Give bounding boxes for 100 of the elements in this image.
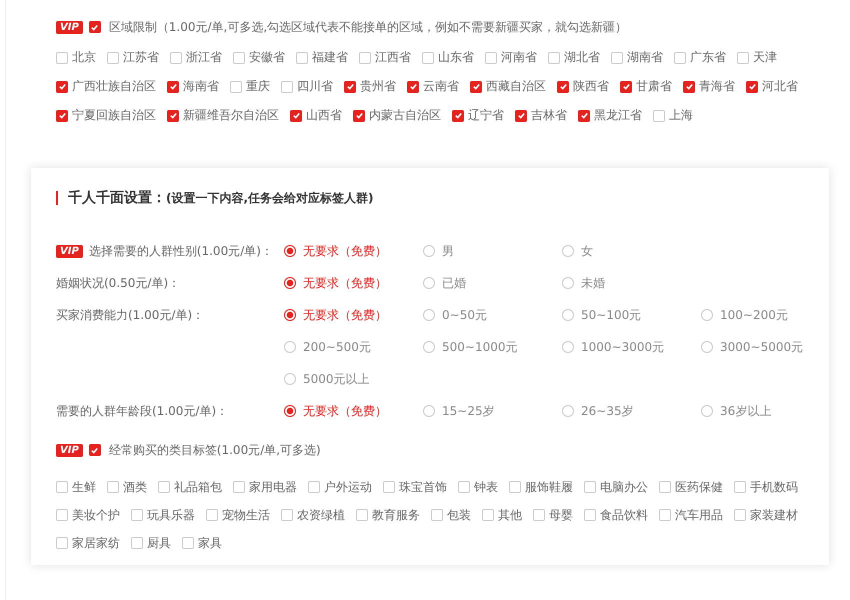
checkbox[interactable]	[56, 537, 68, 549]
radio-button[interactable]	[562, 341, 574, 353]
radio-button[interactable]	[284, 341, 296, 353]
checkbox[interactable]	[353, 110, 365, 122]
option-label: 50~100元	[581, 306, 642, 324]
checkbox[interactable]	[56, 509, 68, 521]
checkbox[interactable]	[88, 444, 101, 456]
checkbox[interactable]	[509, 481, 521, 493]
checkbox[interactable]	[308, 481, 320, 493]
option-label: 已婚	[442, 274, 466, 292]
radio-button[interactable]	[701, 405, 713, 417]
radio-button[interactable]	[423, 341, 435, 353]
radio-button[interactable]	[284, 373, 296, 385]
option-label: 天津	[753, 49, 777, 66]
checkbox[interactable]	[734, 481, 746, 493]
question-label: 买家消费能力(1.00元/单)：	[56, 306, 204, 324]
checkbox[interactable]	[131, 509, 143, 521]
radio-button[interactable]	[701, 309, 713, 321]
checkbox[interactable]	[458, 481, 470, 493]
option-label: 美妆个护	[72, 506, 120, 524]
option-label: 宠物生活	[222, 506, 270, 524]
checkbox[interactable]	[290, 110, 302, 122]
radio-button[interactable]	[701, 341, 713, 353]
option-label: 青海省	[699, 78, 735, 95]
radio-button[interactable]	[423, 277, 435, 289]
checkbox[interactable]	[746, 80, 758, 92]
checkbox[interactable]	[356, 509, 368, 521]
checkbox[interactable]	[281, 509, 293, 521]
checkbox[interactable]	[533, 509, 545, 521]
checkbox[interactable]	[557, 80, 569, 92]
checkbox[interactable]	[182, 537, 194, 549]
checkbox[interactable]	[683, 80, 695, 92]
checkbox[interactable]	[56, 110, 68, 122]
checkbox[interactable]	[170, 52, 182, 64]
checkbox[interactable]	[88, 21, 101, 33]
radio-button[interactable]	[284, 309, 296, 321]
checkbox[interactable]	[167, 110, 179, 122]
vip-badge: VIP	[56, 444, 83, 456]
checkbox[interactable]	[107, 52, 119, 64]
radio-button[interactable]	[284, 277, 296, 289]
option-label: 河北省	[762, 78, 798, 95]
option-label: 家装建材	[750, 506, 798, 524]
checkbox[interactable]	[56, 52, 68, 64]
checkbox[interactable]	[359, 52, 371, 64]
checkbox[interactable]	[56, 481, 68, 493]
radio-button[interactable]	[284, 245, 296, 257]
checkbox[interactable]	[281, 80, 293, 92]
radio-button[interactable]	[562, 405, 574, 417]
checkbox[interactable]	[659, 509, 671, 521]
checkbox[interactable]	[470, 80, 482, 92]
checkbox[interactable]	[452, 110, 464, 122]
checkbox[interactable]	[584, 481, 596, 493]
panel-subtitle: (设置一下内容,任务会给对应标签人群)	[166, 190, 374, 206]
checkbox[interactable]	[548, 52, 560, 64]
checkbox[interactable]	[611, 52, 623, 64]
checkbox[interactable]	[167, 80, 179, 92]
option-label: 食品饮料	[600, 506, 648, 524]
checkbox[interactable]	[383, 481, 395, 493]
checkbox[interactable]	[230, 80, 242, 92]
option-label: 0~50元	[442, 306, 487, 324]
checkbox[interactable]	[584, 509, 596, 521]
radio-button[interactable]	[562, 277, 574, 289]
checkbox[interactable]	[206, 509, 218, 521]
radio-button[interactable]	[562, 309, 574, 321]
radio-button[interactable]	[423, 405, 435, 417]
checkbox[interactable]	[56, 80, 68, 92]
checkbox[interactable]	[131, 537, 143, 549]
option-label: 200~500元	[303, 338, 371, 356]
checkbox[interactable]	[158, 481, 170, 493]
checkbox[interactable]	[485, 52, 497, 64]
option-label: 江苏省	[123, 49, 159, 66]
checkbox[interactable]	[296, 52, 308, 64]
option-label: 吉林省	[531, 107, 567, 124]
option-label: 四川省	[297, 78, 333, 95]
checkbox[interactable]	[737, 52, 749, 64]
checkbox[interactable]	[734, 509, 746, 521]
option-label: 医药保健	[675, 478, 723, 496]
option-label: 贵州省	[360, 78, 396, 95]
checkbox[interactable]	[431, 509, 443, 521]
option-label: 26~35岁	[581, 402, 634, 420]
checkbox[interactable]	[620, 80, 632, 92]
checkbox[interactable]	[674, 52, 686, 64]
section-label: 经常购买的类目标签(1.00元/单,可多选)	[108, 442, 321, 458]
checkbox[interactable]	[659, 481, 671, 493]
option-label: 黑龙江省	[594, 107, 642, 124]
checkbox[interactable]	[578, 110, 590, 122]
checkbox[interactable]	[233, 52, 245, 64]
checkbox[interactable]	[422, 52, 434, 64]
option-label: 5000元以上	[303, 370, 370, 388]
radio-button[interactable]	[423, 245, 435, 257]
checkbox[interactable]	[653, 110, 665, 122]
checkbox[interactable]	[482, 509, 494, 521]
checkbox[interactable]	[515, 110, 527, 122]
radio-button[interactable]	[423, 309, 435, 321]
checkbox[interactable]	[107, 481, 119, 493]
radio-button[interactable]	[284, 405, 296, 417]
checkbox[interactable]	[344, 80, 356, 92]
checkbox[interactable]	[407, 80, 419, 92]
checkbox[interactable]	[233, 481, 245, 493]
radio-button[interactable]	[562, 245, 574, 257]
